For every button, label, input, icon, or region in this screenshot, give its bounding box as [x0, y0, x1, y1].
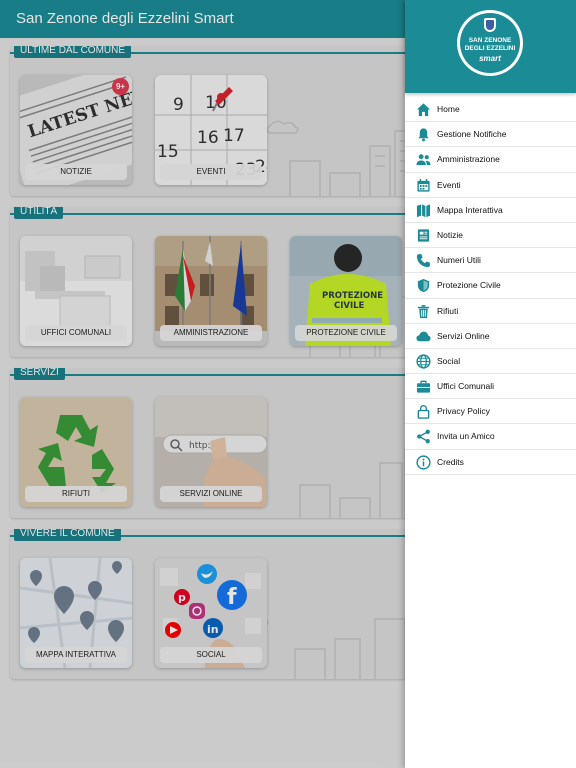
- tile-servizi-online[interactable]: http:// SERVIZI ONLINE: [155, 397, 267, 507]
- menu-item-label: Uffici Comunali: [437, 381, 495, 392]
- logo-line-3: smart: [479, 54, 501, 63]
- trash-icon: [417, 304, 430, 318]
- menu-item-eventi[interactable]: Eventi: [405, 173, 576, 198]
- info-icon: [416, 455, 431, 470]
- calendar-day: 15: [157, 142, 179, 162]
- menu-item-label: Privacy Policy: [437, 406, 490, 417]
- shield-icon: [417, 279, 430, 293]
- notification-badge: 9+: [112, 78, 129, 95]
- tile-amministrazione[interactable]: AMMINISTRAZIONE: [155, 236, 267, 346]
- tile-label: AMMINISTRAZIONE: [160, 325, 262, 341]
- app-title: San Zenone degli Ezzelini Smart: [16, 10, 234, 27]
- tile-label: PROTEZIONE CIVILE: [295, 325, 397, 341]
- logo-line-1: SAN ZENONE: [468, 37, 512, 44]
- globe-icon: [416, 354, 431, 369]
- briefcase-icon: [416, 380, 431, 393]
- menu-item-label: Invita un Amico: [437, 431, 495, 442]
- tile-label: NOTIZIE: [25, 164, 127, 180]
- menu-item-servizi-online[interactable]: Servizi Online: [405, 324, 576, 349]
- menu-item-rifiuti[interactable]: Rifiuti: [405, 299, 576, 324]
- menu-item-protezione-civile[interactable]: Protezione Civile: [405, 273, 576, 299]
- people-icon: [416, 154, 431, 166]
- vest-text-line2: CIVILE: [334, 301, 365, 311]
- tile-label: SOCIAL: [160, 647, 262, 663]
- section-divider: [10, 213, 405, 215]
- menu-item-mappa-interattiva[interactable]: Mappa Interattiva: [405, 198, 576, 223]
- section-vivere-il-comune: VIVERE IL COMUNE MAPPA INTERATTIVA f p i…: [10, 529, 405, 679]
- tile-protezione-civile[interactable]: PROTEZIONE CIVILE PROTEZIONE CIVILE: [290, 236, 402, 346]
- tile-rifiuti[interactable]: RIFIUTI: [20, 397, 132, 507]
- calendar-day: 9: [173, 95, 184, 115]
- section-title: SERVIZI: [14, 368, 65, 380]
- main-content[interactable]: ULTIME DAL COMUNE LATEST NEWS 9+ NOTIZIE…: [0, 38, 405, 768]
- svg-text:p: p: [178, 591, 186, 604]
- menu-item-label: Servizi Online: [437, 330, 490, 341]
- section-title: UTILITÀ: [14, 207, 64, 219]
- menu-item-label: Amministrazione: [437, 154, 500, 165]
- tile-label: EVENTI: [160, 164, 262, 180]
- lock-icon: [417, 405, 430, 420]
- phone-icon: [416, 254, 431, 268]
- navigation-drawer: SAN ZENONE DEGLI EZZELINI smart Home Ges…: [405, 0, 576, 768]
- tile-label: SERVIZI ONLINE: [160, 486, 262, 502]
- vest-text-line1: PROTEZIONE: [322, 291, 383, 301]
- tile-label: UFFICI COMUNALI: [25, 325, 127, 341]
- map-icon: [416, 204, 431, 217]
- menu-item-label: Notizie: [437, 229, 463, 240]
- calendar-day: 16: [197, 128, 219, 148]
- menu-item-label: Numeri Utili: [437, 255, 481, 266]
- cloud-icon: [416, 331, 431, 341]
- tile-label: RIFIUTI: [25, 486, 127, 502]
- section-utilita: UTILITÀ UFFICI COMUNALI AMMINISTRAZIONE …: [10, 207, 405, 357]
- drawer-header: SAN ZENONE DEGLI EZZELINI smart: [405, 0, 576, 93]
- bell-icon: [418, 128, 429, 142]
- menu-item-gestione-notifiche[interactable]: Gestione Notifiche: [405, 122, 576, 148]
- menu-item-amministrazione[interactable]: Amministrazione: [405, 147, 576, 173]
- tile-eventi[interactable]: 9 10 16 17 23 24 15 EVENTI: [155, 75, 267, 185]
- logo-line-2: DEGLI EZZELINI: [464, 45, 516, 52]
- section-ultime-dal-comune: ULTIME DAL COMUNE LATEST NEWS 9+ NOTIZIE…: [10, 46, 405, 196]
- tile-label: MAPPA INTERATTIVA: [25, 647, 127, 663]
- menu-item-numeri-utili[interactable]: Numeri Utili: [405, 248, 576, 274]
- section-servizi: SERVIZI RIFIUTI http:// SERVIZI ONLINE: [10, 368, 405, 518]
- menu-item-social[interactable]: Social: [405, 349, 576, 375]
- home-icon: [416, 103, 431, 117]
- drawer-menu: Home Gestione Notifiche Amministrazione …: [405, 97, 576, 475]
- menu-item-label: Credits: [437, 456, 464, 467]
- tile-social[interactable]: f p in SOCIAL: [155, 558, 267, 668]
- svg-text:in: in: [207, 623, 219, 636]
- tile-uffici-comunali[interactable]: UFFICI COMUNALI: [20, 236, 132, 346]
- menu-item-label: Rifiuti: [437, 305, 459, 316]
- menu-item-notizie[interactable]: Notizie: [405, 223, 576, 249]
- menu-item-label: Social: [437, 355, 461, 366]
- menu-item-label: Protezione Civile: [437, 280, 501, 291]
- share-icon: [417, 430, 430, 444]
- tile-notizie[interactable]: LATEST NEWS 9+ NOTIZIE: [20, 75, 132, 185]
- menu-item-uffici-comunali[interactable]: Uffici Comunali: [405, 374, 576, 400]
- section-title: ULTIME DAL COMUNE: [14, 46, 132, 58]
- menu-item-invita-un-amico[interactable]: Invita un Amico: [405, 424, 576, 450]
- coat-of-arms-icon: [484, 18, 496, 32]
- tile-mappa-interattiva[interactable]: MAPPA INTERATTIVA: [20, 558, 132, 668]
- section-title: VIVERE IL COMUNE: [14, 529, 121, 541]
- calendar-icon: [417, 178, 430, 192]
- newspaper-icon: [417, 229, 430, 242]
- calendar-day: 17: [223, 126, 245, 146]
- app-logo: SAN ZENONE DEGLI EZZELINI smart: [457, 10, 523, 76]
- menu-item-label: Mappa Interattiva: [437, 204, 503, 215]
- menu-item-label: Home: [437, 104, 460, 114]
- section-divider: [10, 374, 405, 376]
- menu-item-credits[interactable]: Credits: [405, 450, 576, 475]
- menu-item-privacy-policy[interactable]: Privacy Policy: [405, 399, 576, 425]
- menu-item-label: Eventi: [437, 179, 461, 190]
- menu-item-label: Gestione Notifiche: [437, 129, 507, 140]
- menu-item-home[interactable]: Home: [405, 97, 576, 123]
- svg-text:f: f: [227, 585, 237, 610]
